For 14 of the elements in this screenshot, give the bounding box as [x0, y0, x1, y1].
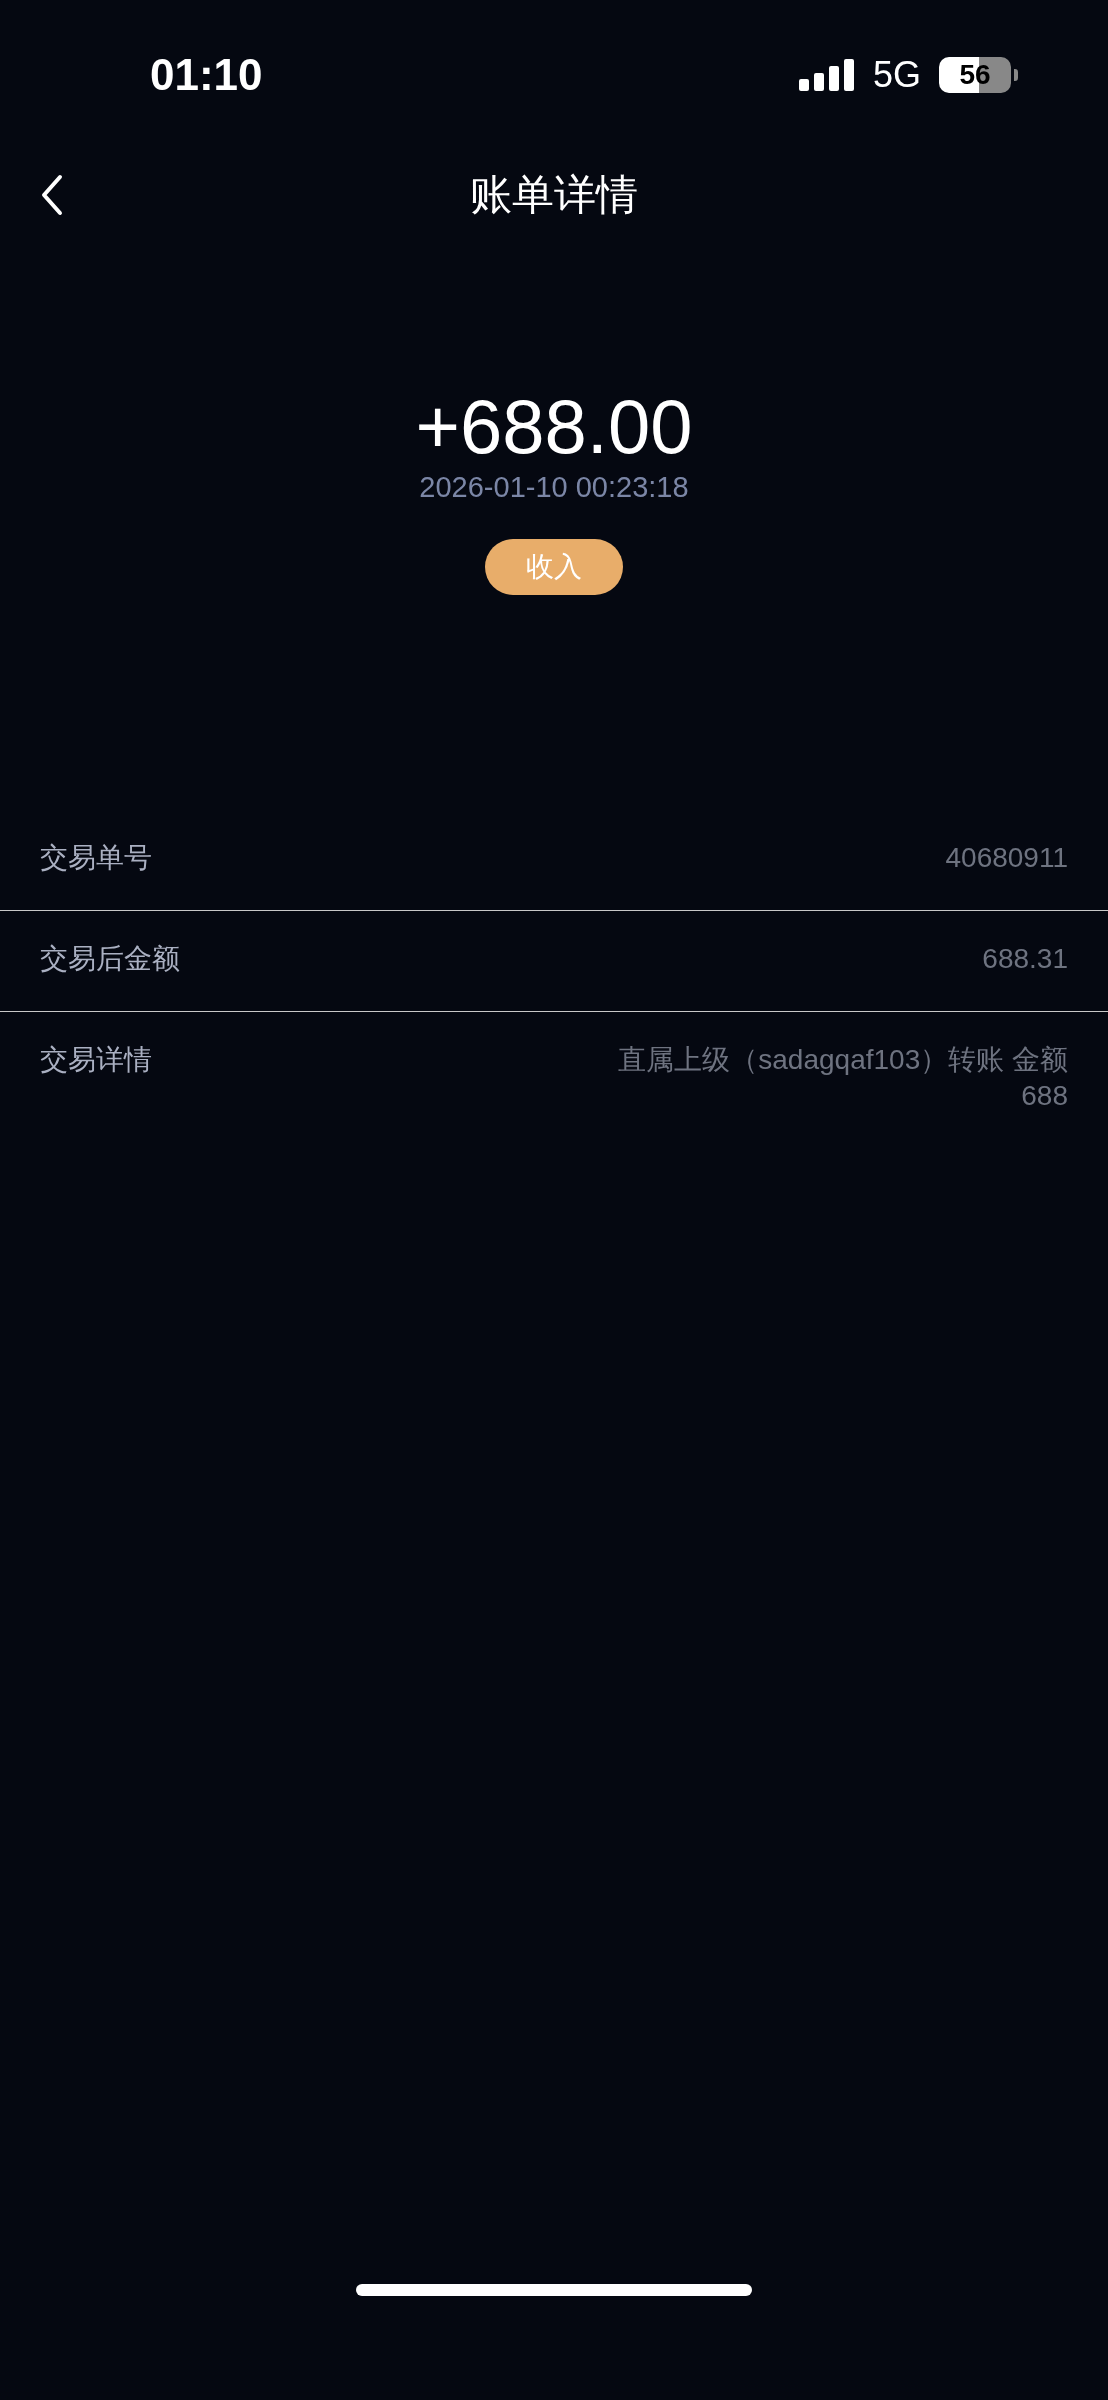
network-label: 5G — [872, 54, 921, 96]
type-badge: 收入 — [485, 539, 623, 595]
status-time: 01:10 — [150, 50, 263, 100]
amount: +688.00 — [415, 385, 693, 469]
detail-value: 688.31 — [982, 942, 1068, 976]
signal-icon — [798, 59, 855, 91]
detail-label: 交易单号 — [40, 841, 152, 875]
detail-label: 交易详情 — [40, 1043, 152, 1077]
detail-value: 直属上级（sadagqaf103）转账 金额 688 — [617, 1043, 1068, 1113]
detail-value: 40680911 — [945, 841, 1068, 875]
detail-label: 交易后金额 — [40, 942, 180, 976]
page-title: 账单详情 — [470, 170, 638, 220]
transaction-time: 2026-01-10 00:23:18 — [419, 470, 689, 505]
back-button[interactable] — [40, 173, 64, 217]
